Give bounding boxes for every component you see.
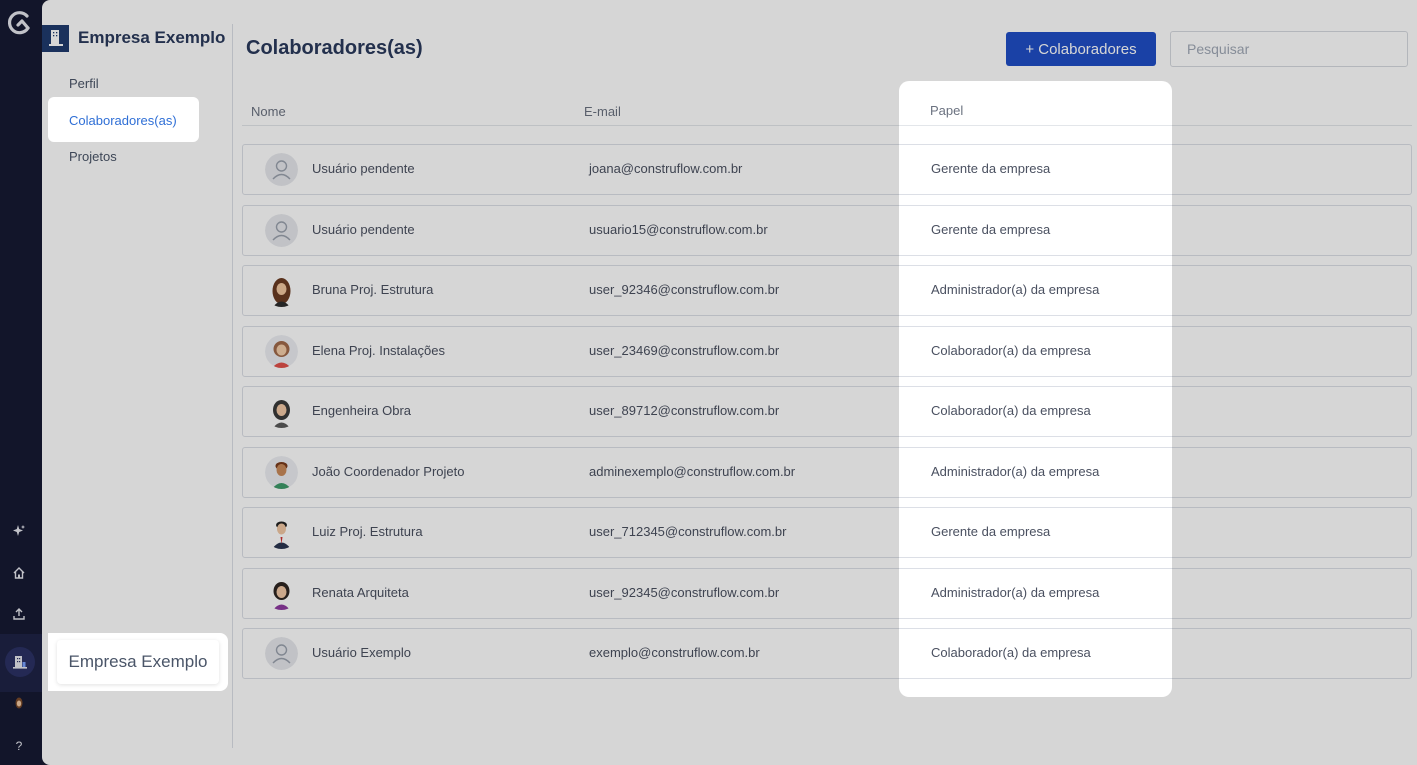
company-tooltip-spotlight: Empresa Exemplo — [48, 633, 228, 691]
sparkle-icon[interactable] — [9, 521, 29, 541]
table-row[interactable]: Luiz Proj. Estrutura user_712345@construf… — [242, 507, 1412, 558]
column-header-role[interactable]: Papel — [930, 103, 963, 118]
user-email: usuario15@construflow.com.br — [589, 221, 768, 237]
sidebar-item-projetos[interactable]: Projetos — [69, 149, 117, 164]
user-role: Colaborador(a) da empresa — [931, 403, 1091, 418]
user-name: Elena Proj. Instalações — [312, 342, 445, 358]
company-brand: Empresa Exemplo — [42, 24, 225, 52]
user-avatar — [265, 576, 298, 610]
user-role: Gerente da empresa — [931, 161, 1051, 176]
sidebar-item-label: Colaboradores(as) — [69, 113, 177, 128]
profile-avatar[interactable] — [9, 694, 29, 714]
user-email: joana@construflow.com.br — [589, 161, 743, 176]
user-name: João Coordenador Projeto — [312, 463, 465, 479]
user-name: Bruna Proj. Estrutura — [312, 282, 434, 297]
role-cell[interactable]: Administrador(a) da empresa — [899, 446, 1172, 498]
user-role: Gerente da empresa — [931, 221, 1051, 237]
user-avatar — [265, 274, 298, 307]
role-cell[interactable]: Gerente da empresa — [899, 204, 1172, 256]
table-row[interactable]: Elena Proj. Instalações user_23469@constr… — [242, 325, 1412, 377]
role-cell[interactable]: Colaborador(a) da empresa — [899, 325, 1172, 377]
user-role: Colaborador(a) da empresa — [931, 342, 1091, 358]
user-name: Usuário pendente — [312, 161, 415, 176]
table-row[interactable]: Renata Arquiteta user_92345@construflow.c… — [242, 567, 1412, 619]
table-row[interactable]: Usuário pendente usuario15@construflow.co… — [242, 204, 1412, 256]
company-tooltip: Empresa Exemplo — [57, 640, 219, 684]
user-avatar — [265, 637, 298, 670]
sidebar-divider — [232, 24, 233, 748]
role-cell[interactable]: Gerente da empresa — [899, 507, 1172, 558]
table-row[interactable]: Usuário pendente joana@construflow.com.br — [242, 144, 1412, 195]
role-cell[interactable]: Colaborador(a) da empresa — [899, 386, 1172, 437]
column-header-name[interactable]: Nome — [251, 104, 286, 119]
column-header-email[interactable]: E-mail — [584, 104, 621, 119]
user-avatar — [265, 213, 298, 247]
role-cell[interactable]: Colaborador(a) da empresa — [899, 628, 1172, 679]
table-header: Nome E-mail — [242, 98, 1412, 126]
user-role: Administrador(a) da empresa — [931, 584, 1100, 600]
user-avatar — [265, 395, 298, 428]
search-input[interactable] — [1170, 31, 1408, 67]
home-icon[interactable] — [9, 563, 29, 583]
sidebar-item-perfil[interactable]: Perfil — [69, 76, 99, 91]
main-panel: Empresa Exemplo Perfil Projetos Colabora… — [42, 0, 1417, 765]
user-name: Renata Arquiteta — [312, 584, 409, 600]
user-role: Colaborador(a) da empresa — [931, 645, 1091, 660]
role-cell[interactable]: Administrador(a) da empresa — [899, 265, 1172, 316]
upload-icon[interactable] — [9, 604, 29, 624]
user-name: Usuário Exemplo — [312, 645, 411, 660]
help-icon[interactable]: ? — [9, 736, 29, 756]
user-role: Administrador(a) da empresa — [931, 282, 1100, 297]
add-collaborator-button[interactable]: + Colaboradores — [1006, 32, 1156, 66]
table-row[interactable]: Engenheira Obra user_89712@construflow.co… — [242, 386, 1412, 437]
company-logo-icon — [42, 24, 69, 52]
page-title: Colaboradores(as) — [246, 37, 423, 59]
table-row[interactable]: João Coordenador Projeto adminexemplo@con… — [242, 446, 1412, 498]
user-role: Gerente da empresa — [931, 524, 1051, 539]
app-rail: ? — [0, 0, 48, 765]
user-name: Engenheira Obra — [312, 403, 412, 418]
sidebar-item-colaboradores[interactable]: Colaboradores(as) — [48, 97, 199, 142]
user-name: Luiz Proj. Estrutura — [312, 524, 423, 539]
company-name: Empresa Exemplo — [78, 28, 226, 47]
user-avatar — [265, 516, 298, 549]
role-cell[interactable]: Administrador(a) da empresa — [899, 567, 1172, 619]
company-tab[interactable] — [0, 634, 48, 692]
user-email: user_92346@construflow.com.br — [589, 282, 780, 297]
app-logo-icon[interactable] — [6, 10, 32, 36]
user-name: Usuário pendente — [312, 221, 415, 237]
user-email: user_89712@construflow.com.br — [589, 403, 780, 418]
user-avatar — [265, 334, 298, 368]
header-divider — [899, 125, 1172, 126]
user-email: exemplo@construflow.com.br — [589, 645, 760, 660]
table-row[interactable]: Usuário Exemplo exemplo@construflow.com.b… — [242, 628, 1412, 679]
user-avatar — [265, 455, 298, 489]
user-avatar — [265, 153, 298, 186]
user-role: Administrador(a) da empresa — [931, 463, 1100, 479]
user-email: user_23469@construflow.com.br — [589, 342, 780, 358]
role-column-spotlight: Papel Gerente da empresa Gerente da empre… — [899, 81, 1172, 697]
company-icon — [5, 647, 35, 677]
role-cell[interactable]: Gerente da empresa — [899, 144, 1172, 195]
user-email: adminexemplo@construflow.com.br — [589, 463, 796, 479]
table-row[interactable]: Bruna Proj. Estrutura user_92346@construf… — [242, 265, 1412, 316]
user-email: user_92345@construflow.com.br — [589, 584, 780, 600]
user-email: user_712345@construflow.com.br — [589, 524, 787, 539]
